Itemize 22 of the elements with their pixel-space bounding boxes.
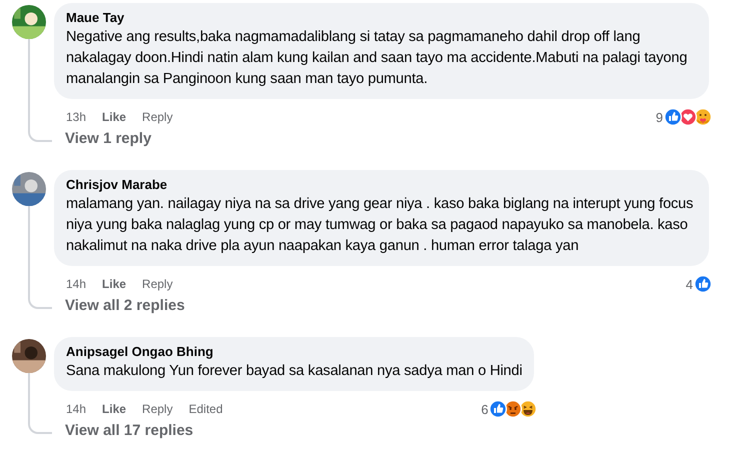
view-replies-link[interactable]: View all 17 replies [65, 419, 194, 443]
reply-link[interactable]: Reply [142, 110, 173, 124]
like-link[interactable]: Like [102, 110, 126, 124]
reaction-count[interactable]: 4 [686, 276, 693, 292]
timestamp[interactable]: 13h [66, 110, 86, 124]
view-replies-link[interactable]: View 1 reply [65, 127, 152, 151]
author-name[interactable]: Maue Tay [66, 9, 697, 27]
view-replies-link[interactable]: View all 2 replies [65, 294, 185, 318]
author-name[interactable]: Anipsagel Ongao Bhing [66, 343, 522, 361]
reaction-count[interactable]: 9 [656, 110, 663, 124]
edited-label[interactable]: Edited [188, 402, 223, 416]
like-link[interactable]: Like [102, 402, 126, 416]
like-link[interactable]: Like [102, 277, 126, 291]
reply-link[interactable]: Reply [142, 402, 173, 416]
comment-text: Negative ang results,baka nagmamadaliblang si tatay sa pagmamaneho dahil drop off lang nakalagay doon.Hindi natin alam kung kailan and saan tayo ma accidente.Mabuti na palagi tayong manalangin sa Panginoon kung saan man tayo pumunta. [66, 28, 688, 89]
timestamp[interactable]: 14h [66, 402, 86, 416]
timestamp[interactable]: 14h [66, 277, 86, 291]
author-name[interactable]: Chrisjov Marabe [66, 176, 697, 194]
reply-link[interactable]: Reply [142, 277, 173, 291]
comment-text: malamang yan. nailagay niya na sa drive yang gear niya . kaso baka biglang na interupt yung focus niya yung baka nalaglag yung cp or may tumwag or baka sa pagaod napayuko sa manobela. kaso nakalimut na naka drive pla ayun naapakan kaya ganun . human error talaga yan [66, 195, 694, 256]
reaction-count[interactable]: 6 [481, 402, 488, 416]
comment-text: Sana makulong Yun forever bayad sa kasalanan nya sadya man o Hindi [66, 362, 522, 381]
